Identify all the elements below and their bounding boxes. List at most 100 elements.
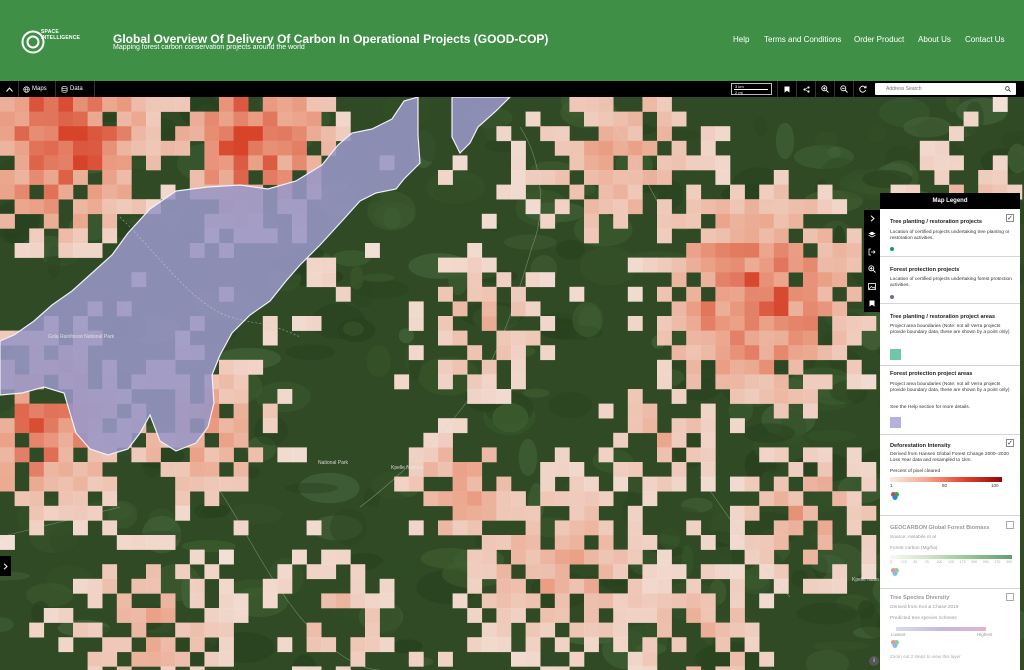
deforestation-cell [189, 593, 205, 609]
deforestation-cell [292, 126, 307, 142]
bookmark-side-button[interactable] [864, 295, 880, 311]
deforestation-cell [832, 345, 848, 361]
logo-text: SPACE INTELLIGENCE [41, 29, 81, 41]
legend-tree-planting-title: Tree planting / restoration projects [890, 219, 983, 225]
biomass-tick: 200 [971, 560, 978, 564]
deforestation-cell [613, 170, 629, 185]
deforestation-cell [481, 593, 497, 609]
collapse-toolbar-button[interactable] [0, 81, 19, 97]
deforestation-cell [14, 170, 30, 185]
deforestation-cell [569, 140, 585, 156]
tree-planting-checkbox[interactable]: ✓ [1006, 214, 1014, 222]
deforestation-cell [131, 535, 147, 550]
deforestation-cell [569, 505, 585, 521]
zoom-in-button[interactable] [815, 81, 834, 97]
deforestation-cell [116, 184, 132, 200]
deforestation-cell [321, 593, 337, 609]
deforestation-cell [204, 608, 220, 623]
color-palette-icon[interactable] [890, 639, 900, 649]
deforestation-cell [759, 535, 775, 550]
deforestation-cell [102, 651, 118, 667]
deforestation-cell [87, 578, 103, 594]
deforestation-cell [467, 549, 483, 565]
map-toolbar: Maps Data 3 km 2 mi [0, 81, 1024, 97]
legend-forest-protection-areas: Forest protection project areas Project … [880, 366, 1020, 435]
nav-help[interactable]: Help [733, 35, 749, 44]
deforestation-cell [642, 535, 658, 550]
terrain-patch [805, 430, 857, 442]
deforestation-cell [189, 622, 205, 638]
deforestation-cell [700, 476, 716, 492]
deforestation-cell [627, 257, 643, 273]
address-search-input[interactable] [875, 83, 1000, 95]
zoom-out-button[interactable] [834, 81, 853, 97]
bookmark-button[interactable] [777, 81, 796, 97]
deforestation-cell [481, 389, 497, 404]
color-palette-icon[interactable] [890, 491, 900, 501]
biomass-tick: 0.5 [901, 560, 907, 564]
deforestation-cell [715, 637, 731, 653]
deforestation-cell [233, 462, 249, 477]
deforestation-cell [700, 564, 716, 580]
color-palette-icon[interactable] [890, 567, 900, 577]
maps-button[interactable]: Maps [19, 81, 56, 97]
deforestation-cell [175, 476, 191, 492]
deforestation-cell [321, 549, 337, 565]
deforestation-cell [467, 520, 483, 536]
deforestation-cell [730, 374, 745, 390]
deforestation-cell [365, 608, 380, 623]
deforestation-cell [627, 462, 643, 477]
image-button[interactable] [864, 278, 880, 294]
nav-terms[interactable]: Terms and Conditions [764, 35, 841, 44]
share-button[interactable] [796, 81, 815, 97]
deforestation-cell [204, 447, 220, 463]
deforestation-cell [730, 286, 745, 302]
species-checkbox[interactable] [1006, 593, 1014, 601]
deforestation-cell [43, 505, 59, 521]
deforestation-cell [744, 316, 760, 331]
exit-button[interactable] [864, 244, 880, 260]
deforestation-cell [306, 666, 322, 670]
deforestation-cell [29, 462, 45, 477]
deforestation-cell [773, 374, 789, 390]
deforestation-cell [58, 111, 74, 127]
deforestation-checkbox[interactable]: ✓ [1006, 439, 1014, 447]
data-button[interactable]: Data [57, 81, 95, 97]
search-icon[interactable] [1005, 86, 1011, 92]
deforestation-cell [584, 637, 599, 653]
deforestation-cell [730, 228, 745, 244]
expand-left-panel-button[interactable] [0, 556, 11, 576]
deforestation-cell [657, 316, 672, 331]
deforestation-cell [321, 126, 337, 142]
deforestation-cell [540, 608, 556, 623]
info-button[interactable]: i [869, 656, 879, 666]
deforestation-cell [759, 447, 775, 463]
deforestation-cell [803, 549, 818, 565]
collapse-legend-button[interactable] [864, 210, 880, 226]
terrain-patch [26, 583, 74, 607]
deforestation-cell [554, 520, 570, 536]
nav-contact-us[interactable]: Contact Us [965, 35, 1005, 44]
deforestation-cell [803, 272, 818, 288]
deforestation-cell [408, 345, 424, 361]
deforestation-cell [919, 155, 935, 171]
map-canvas[interactable]: Gola Rainforest National Park National P… [0, 97, 1024, 670]
deforestation-cell [73, 578, 88, 594]
zoom-to-button[interactable] [864, 261, 880, 277]
deforestation-cell [861, 505, 877, 521]
deforestation-cell [715, 243, 731, 258]
deforestation-cell [627, 505, 643, 521]
deforestation-cell [350, 578, 366, 594]
biomass-checkbox[interactable] [1006, 521, 1014, 529]
nav-about-us[interactable]: About Us [918, 35, 951, 44]
deforestation-cell [189, 111, 205, 127]
refresh-button[interactable] [853, 81, 872, 97]
deforestation-cell [759, 257, 775, 273]
deforestation-cell [146, 97, 161, 112]
deforestation-cell [102, 140, 118, 156]
deforestation-cell [554, 578, 570, 594]
deforestation-cell [511, 155, 526, 171]
nav-order-product[interactable]: Order Product [854, 35, 904, 44]
layers-button[interactable] [864, 227, 880, 243]
deforestation-cell [803, 316, 818, 331]
